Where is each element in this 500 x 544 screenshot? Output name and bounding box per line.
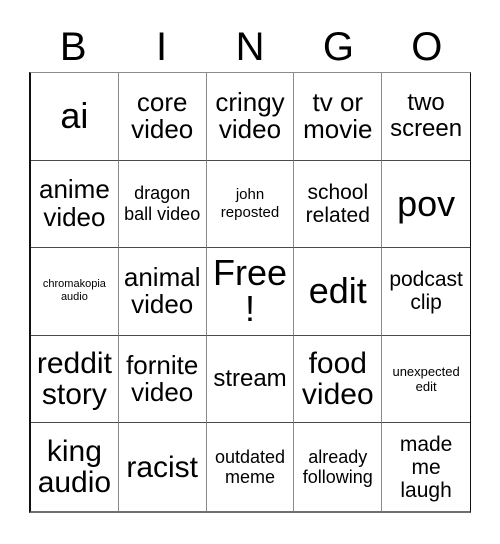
bingo-cell-r2-c1[interactable]: anime video [31,160,119,249]
bingo-cell-label: dragon ball video [124,183,201,224]
bingo-cell-r3-c2[interactable]: animal video [118,248,207,336]
bingo-cell-r1-c3[interactable]: cringy video [206,73,295,161]
bingo-cell-label: tv or movie [303,86,373,145]
bingo-cell-r2-c3[interactable]: john reposted [206,160,295,249]
bingo-cell-label: edit [308,270,367,312]
bingo-cell-label: outdated meme [214,446,286,488]
bingo-cell-r5-c2[interactable]: racist [118,423,207,511]
bingo-cell-label: already following [302,446,373,488]
bingo-cell-label: ai [60,94,89,136]
bingo-header-row: BINGO [29,22,471,72]
bingo-free-space[interactable]: Free! [206,248,295,336]
bingo-cell-r1-c1[interactable]: ai [31,73,119,161]
bingo-cell-label: king audio [37,435,112,500]
bingo-cell-r3-c5[interactable]: podcast clip [382,248,470,336]
bingo-header-letter-g: G [322,25,354,69]
bingo-cell-label: Free! [212,251,287,330]
bingo-cell-label: animal video [123,261,201,320]
bingo-cell-r3-c4[interactable]: edit [294,248,383,336]
bingo-grid: ai core video cringy video tv or movie two s… [29,72,471,513]
bingo-cell-label: john reposted [220,186,280,221]
bingo-cell-r4-c5[interactable]: unexpected edit [382,335,470,424]
bingo-cell-r3-c1[interactable]: chromakopia audio [31,248,119,336]
bingo-cell-r4-c1[interactable]: reddit story [31,335,119,424]
bingo-cell-label: anime video [38,174,110,232]
bingo-cell-label: chromakopia audio [42,278,106,304]
bingo-cell-r2-c2[interactable]: dragon ball video [118,160,207,249]
bingo-cell-r2-c4[interactable]: school related [294,160,383,249]
bingo-cell-label: racist [126,450,199,484]
bingo-header-letter-i: I [156,25,168,69]
bingo-cell-r5-c3[interactable]: outdated meme [206,423,295,511]
bingo-cell-label: cringy video [215,86,285,145]
bingo-cell-label: pov [397,182,456,224]
bingo-cell-label: podcast clip [389,268,463,315]
bingo-cell-r1-c2[interactable]: core video [118,73,207,161]
bingo-cell-label: core video [131,86,194,145]
bingo-cell-label: two screen [390,89,463,143]
bingo-card: B I N G O ai core video cringy video tv or movi… [0,0,500,544]
bingo-cell-label: stream [213,365,287,393]
bingo-cell-r2-c5[interactable]: pov [382,160,470,249]
bingo-cell-r5-c1[interactable]: king audio [31,423,119,511]
bingo-header-letter-o: O [411,25,443,69]
bingo-cell-r5-c5[interactable]: made me laugh [382,423,470,511]
bingo-cell-r4-c2[interactable]: fornite video [118,335,207,424]
bingo-cell-label: unexpected edit [392,363,460,395]
bingo-cell-label: reddit story [36,346,112,412]
bingo-header-letter-n: N [235,25,265,69]
bingo-cell-r4-c4[interactable]: food video [294,335,383,424]
bingo-header-letter-b: B [59,25,87,69]
bingo-cell-label: fornite video [126,349,199,408]
bingo-cell-r1-c4[interactable]: tv or movie [294,73,383,161]
bingo-cell-r5-c4[interactable]: already following [294,423,383,511]
bingo-cell-label: made me laugh [399,432,453,502]
bingo-cell-r4-c3[interactable]: stream [206,335,295,424]
bingo-cell-label: school related [305,180,370,227]
bingo-cell-label: food video [301,346,374,412]
bingo-cell-r1-c5[interactable]: two screen [382,73,470,161]
